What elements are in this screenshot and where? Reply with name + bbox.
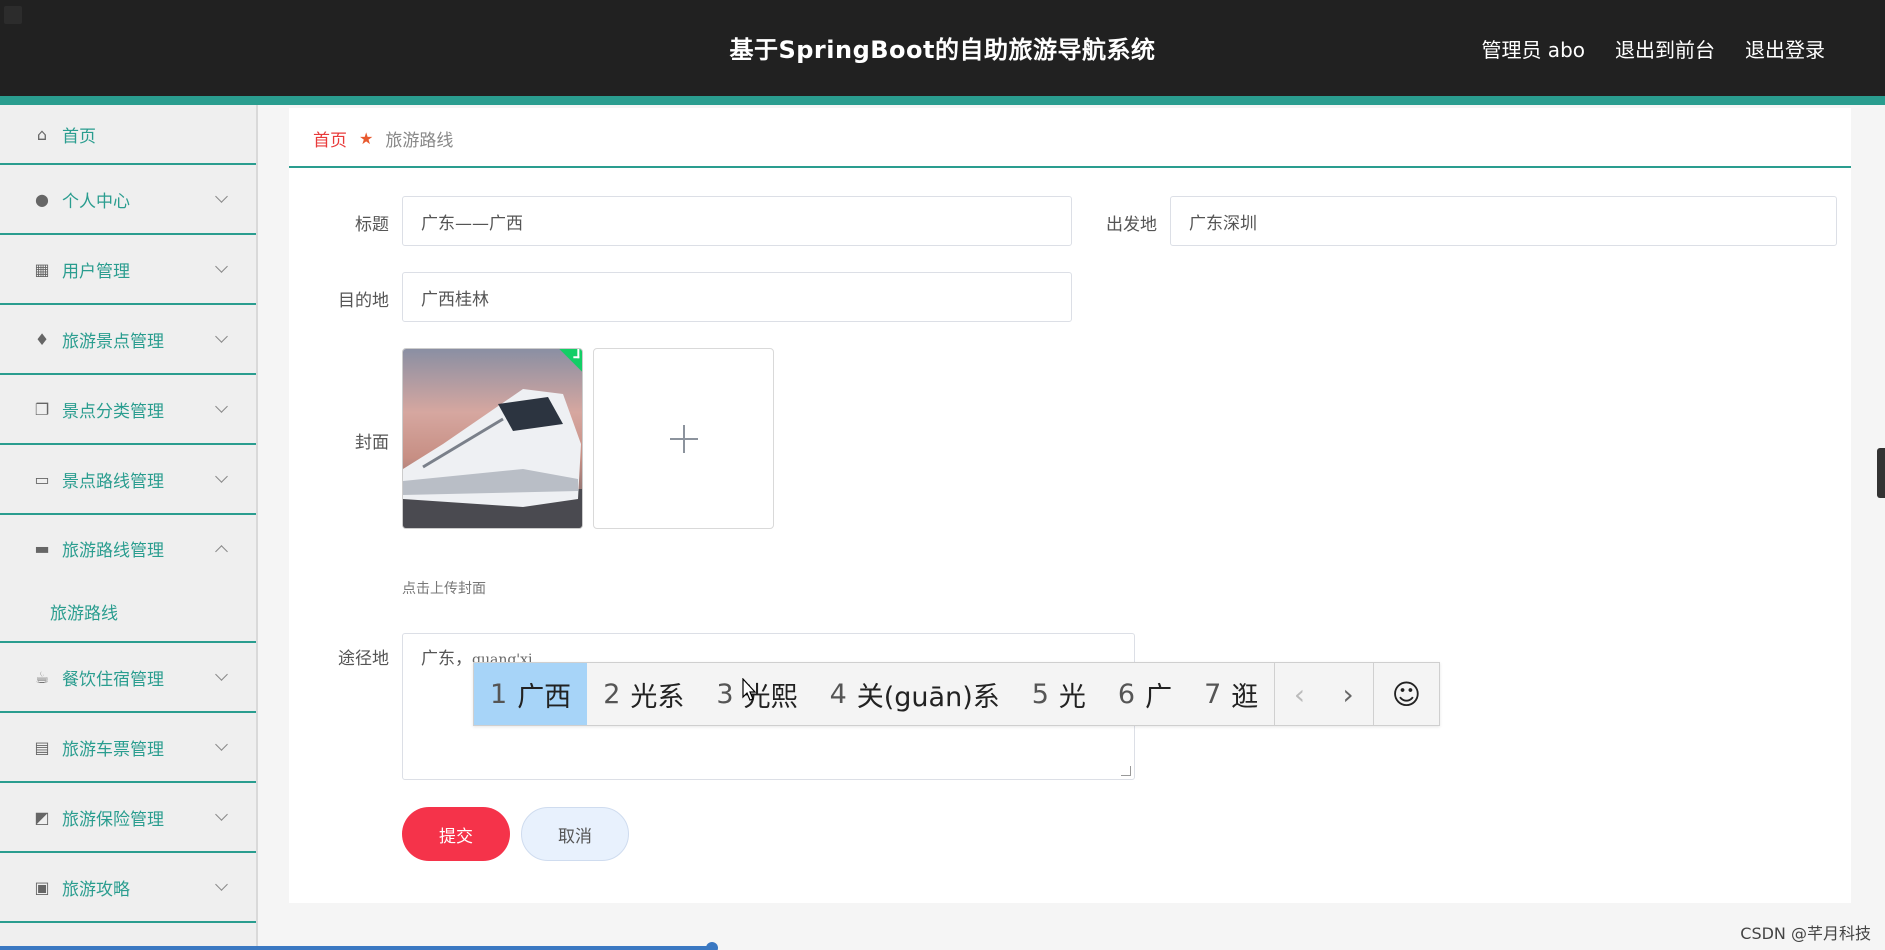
sidebar-item-label: 景点路线管理 (62, 471, 164, 492)
cancel-button[interactable]: 取消 (521, 807, 629, 861)
ime-candidate[interactable]: 6广 (1102, 663, 1188, 725)
sidebar-item-category-management[interactable]: ❐ 景点分类管理 (0, 375, 256, 445)
emoji-icon[interactable]: ☺ (1372, 663, 1439, 725)
chevron-down-icon (215, 260, 228, 273)
sidebar-item-label: 旅游攻略 (62, 879, 130, 900)
submit-button[interactable]: 提交 (402, 807, 510, 861)
coffee-icon: ☕ (34, 667, 50, 687)
sidebar: ⌂ 首页 ● 个人中心 ▦ 用户管理 ♦ 旅游景点管理 ❐ 景点分类管理 ▭ 景… (0, 105, 258, 950)
grid-icon: ▦ (34, 259, 50, 279)
ime-candidate-bar: 1 广西 2 光系 3 光熙 4 关(guān)系 5光 6广 7逛 ‹ › ☺ (473, 662, 1440, 726)
window-corner (4, 6, 22, 24)
plus-icon (669, 424, 698, 453)
watermark: CSDN @芊月科技 (1740, 924, 1871, 943)
header-nav: 管理员 abo 退出到前台 退出登录 (1481, 34, 1825, 63)
sidebar-item-personal-center[interactable]: ● 个人中心 (0, 165, 256, 235)
ime-candidate[interactable]: 5光 (1016, 663, 1102, 725)
chevron-down-icon (215, 738, 228, 751)
chart-icon: ◩ (34, 807, 50, 827)
departure-input[interactable]: 广东深圳 (1170, 196, 1837, 246)
sidebar-item-ticket-management[interactable]: ▤ 旅游车票管理 (0, 713, 256, 783)
sidebar-item-travel-guide[interactable]: ▣ 旅游攻略 (0, 853, 256, 923)
title-value: 广东——广西 (421, 213, 523, 234)
top-header: 基于SpringBoot的自助旅游导航系统 管理员 abo 退出到前台 退出登录 (0, 0, 1885, 96)
sidebar-item-label: 旅游路线管理 (62, 540, 164, 561)
header-accent-bar (0, 96, 1885, 105)
sidebar-item-insurance-management[interactable]: ◩ 旅游保险管理 (0, 783, 256, 853)
sidebar-item-spot-route-management[interactable]: ▭ 景点路线管理 (0, 445, 256, 515)
sidebar-item-home[interactable]: ⌂ 首页 (0, 105, 256, 165)
breadcrumb: 首页 ★ 旅游路线 (313, 126, 453, 151)
sidebar-item-scenic-spot-management[interactable]: ♦ 旅游景点管理 (0, 305, 256, 375)
title-label: 标题 (355, 215, 389, 235)
cover-upload-hint: 点击上传封面 (402, 581, 486, 597)
ime-candidate[interactable]: 1 广西 (474, 663, 588, 725)
monitor-icon: ▬ (34, 538, 50, 558)
sidebar-item-dining-lodging-management[interactable]: ☕ 餐饮住宿管理 (0, 643, 256, 713)
breadcrumb-current: 旅游路线 (385, 131, 454, 151)
sidebar-subitem-travel-route[interactable]: 旅游路线 (0, 581, 256, 643)
sidebar-item-label: 首页 (62, 126, 96, 147)
ime-prev-page-icon[interactable]: ‹ (1274, 663, 1323, 725)
chat-icon: ▭ (34, 469, 50, 489)
resize-handle-icon[interactable] (1121, 766, 1131, 776)
ime-next-page-icon[interactable]: › (1324, 663, 1373, 725)
page-scroll-indicator[interactable] (0, 942, 718, 950)
upload-cover-button[interactable] (593, 348, 774, 529)
main-content: 首页 ★ 旅游路线 标题 广东——广西 出发地 广东深圳 目的地 广西桂林 封面 (289, 108, 1851, 903)
admin-user-label[interactable]: 管理员 abo (1481, 34, 1585, 63)
chevron-down-icon (215, 190, 228, 203)
side-drag-handle[interactable] (1877, 448, 1885, 498)
via-text: 广东， (421, 649, 472, 669)
star-icon: ★ (359, 129, 374, 148)
copy-icon: ❐ (34, 399, 50, 419)
title-input[interactable]: 广东——广西 (402, 196, 1072, 246)
logout-link[interactable]: 退出登录 (1745, 34, 1825, 63)
sidebar-item-label: 个人中心 (62, 191, 130, 212)
breadcrumb-divider (289, 166, 1851, 168)
clipboard-icon: ▤ (34, 737, 50, 757)
chevron-down-icon (215, 470, 228, 483)
departure-label: 出发地 (1106, 215, 1157, 235)
sidebar-item-label: 旅游景点管理 (62, 331, 164, 352)
ime-candidate[interactable]: 3 光熙 (700, 663, 813, 725)
mic-icon: ♦ (34, 329, 50, 349)
exit-to-front-link[interactable]: 退出到前台 (1615, 34, 1715, 63)
cover-image-thumbnail[interactable] (402, 348, 583, 529)
sidebar-item-travel-route-management[interactable]: ▬ 旅游路线管理 (0, 515, 256, 581)
sidebar-item-label: 用户管理 (62, 261, 130, 282)
home-icon: ⌂ (36, 124, 48, 144)
destination-label: 目的地 (338, 291, 389, 311)
train-image (403, 349, 582, 528)
destination-value: 广西桂林 (421, 289, 489, 310)
chevron-down-icon (215, 400, 228, 413)
departure-value: 广东深圳 (1189, 213, 1257, 234)
mouse-cursor-icon (742, 678, 756, 701)
destination-input[interactable]: 广西桂林 (402, 272, 1072, 322)
cover-label: 封面 (355, 433, 389, 453)
via-label: 途径地 (338, 649, 389, 669)
sidebar-item-label: 景点分类管理 (62, 401, 164, 422)
chevron-down-icon (215, 330, 228, 343)
card-icon: ▣ (34, 877, 50, 897)
chevron-down-icon (215, 878, 228, 891)
ime-candidate[interactable]: 2 光系 (587, 663, 700, 725)
sidebar-item-label: 餐饮住宿管理 (62, 669, 164, 690)
chevron-down-icon (215, 808, 228, 821)
chevron-down-icon (215, 668, 228, 681)
user-icon: ● (35, 189, 49, 209)
sidebar-item-label: 旅游车票管理 (62, 739, 164, 760)
sidebar-item-user-management[interactable]: ▦ 用户管理 (0, 235, 256, 305)
sidebar-item-label: 旅游保险管理 (62, 809, 164, 830)
ime-candidate[interactable]: 7逛 (1188, 663, 1274, 725)
ime-candidate[interactable]: 4 关(guān)系 (814, 663, 1016, 725)
breadcrumb-home[interactable]: 首页 (313, 126, 347, 151)
chevron-up-icon (215, 545, 228, 558)
